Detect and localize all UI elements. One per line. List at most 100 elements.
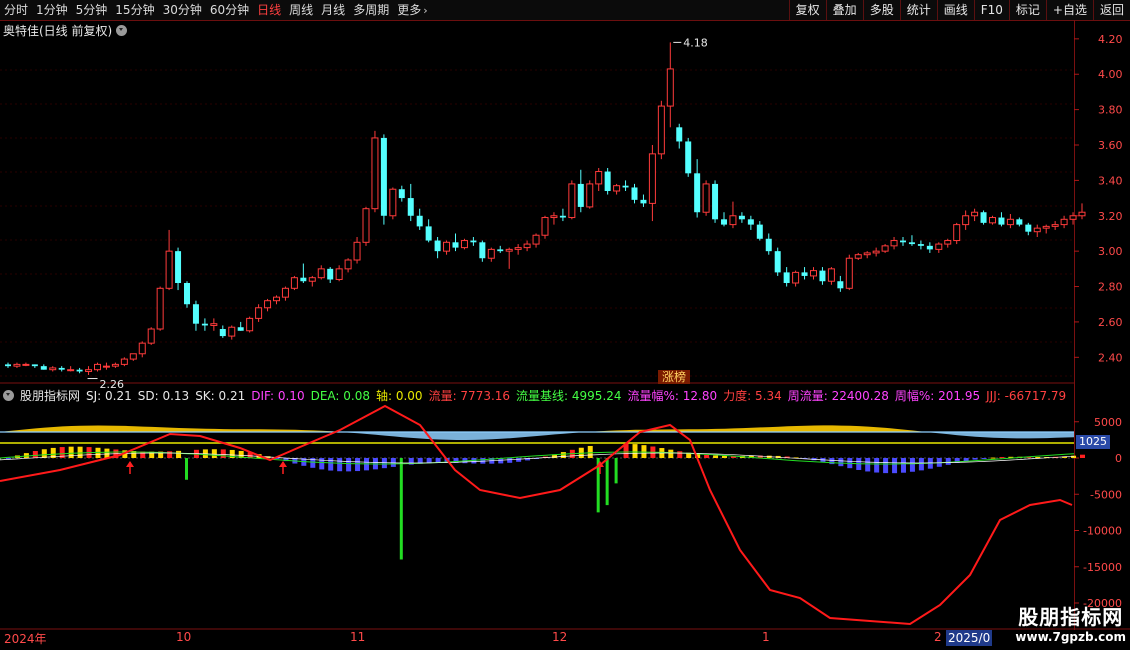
- indicator-field-11: 周幅%: 201.95: [894, 389, 981, 403]
- candle-body-95: [854, 254, 862, 259]
- flow-bar-44: [399, 458, 403, 560]
- candle-body-65: [586, 183, 594, 208]
- flow-bar-7: [68, 446, 74, 458]
- candle-body-91: [819, 270, 826, 282]
- candle-body-34: [308, 277, 316, 282]
- flow-bar-115: [1035, 456, 1041, 458]
- candle-body-21: [192, 304, 199, 324]
- candle-body-98: [881, 245, 889, 252]
- candle-body-104: [935, 243, 943, 250]
- candle-body-29: [264, 300, 272, 309]
- candle-body-46: [416, 215, 423, 227]
- candle-body-76: [685, 141, 692, 174]
- candle-body-55: [497, 249, 504, 252]
- zhangbang-tag: 涨榜: [658, 370, 691, 384]
- date-label-4: 1: [762, 630, 770, 644]
- candle-body-79: [712, 183, 719, 220]
- indicator-field-8: 流量幅%: 12.80: [627, 389, 718, 403]
- candle-body-85: [765, 238, 772, 252]
- candle-body-114: [1025, 224, 1032, 232]
- indicator-name: 股朋指标网: [20, 389, 81, 403]
- date-label-3: 12: [552, 630, 568, 644]
- candle-body-61: [550, 215, 558, 219]
- candle-body-117: [1051, 224, 1059, 227]
- indicator-dropdown-icon[interactable]: [3, 390, 14, 401]
- indicator-field-3: DIF: 0.10: [251, 388, 305, 403]
- candle-body-77: [694, 173, 701, 213]
- indicator-field-6: 流量: 7773.16: [428, 389, 511, 403]
- candle-body-27: [246, 317, 254, 332]
- candle-body-10: [94, 363, 101, 371]
- candle-body-15: [138, 342, 146, 355]
- current-date-box: 2025/0: [946, 630, 993, 646]
- price-tick-6: 3.00: [1098, 245, 1123, 258]
- indicator-field-9: 力度: 5.34: [723, 389, 782, 403]
- candle-body-109: [980, 212, 987, 223]
- candle-body-66: [595, 171, 603, 185]
- flow-bar-110: [990, 457, 996, 459]
- candle-body-51: [460, 240, 468, 249]
- indicator-field-12: JJJ: -66717.79: [986, 388, 1067, 403]
- flow-bar-97: [874, 458, 880, 473]
- candle-body-86: [774, 251, 781, 273]
- indicator-field-5: 轴: 0.00: [375, 389, 423, 403]
- candle-body-67: [604, 171, 611, 191]
- chart-canvas: 4.20 4.00 3.80 3.60 3.40 3.20 3.00 2.80 2.60 2.40…: [0, 33, 1130, 630]
- price-tick-4: 3.40: [1098, 174, 1123, 187]
- candle-body-62: [559, 215, 566, 218]
- flow-bar-57: [516, 458, 522, 462]
- candle-body-17: [156, 287, 164, 330]
- flow-bar-4: [41, 449, 47, 458]
- candle-body-1: [13, 363, 21, 367]
- candle-body-41: [371, 137, 379, 210]
- candle-body-12: [111, 363, 119, 367]
- flow-bar-39: [355, 458, 361, 472]
- candle-body-3: [31, 364, 38, 367]
- candle-body-53: [479, 242, 486, 259]
- candle-body-99: [890, 240, 898, 247]
- candle-body-64: [577, 183, 584, 207]
- candle-body-75: [676, 127, 683, 142]
- candle-body-43: [389, 188, 397, 217]
- candle-body-35: [317, 268, 325, 279]
- watermark-url: www.7gpzb.com: [1015, 630, 1126, 644]
- indicator-field-10: 周流量: 22400.28: [787, 389, 889, 403]
- candle-body-88: [792, 271, 800, 284]
- flow-bar-8: [77, 446, 83, 458]
- candle-body-63: [568, 183, 576, 219]
- candle-body-56: [505, 248, 513, 252]
- candle-body-107: [962, 215, 970, 226]
- candle-body-96: [863, 252, 871, 256]
- candle-body-100: [900, 240, 906, 243]
- candle-body-31: [281, 287, 289, 298]
- candle-body-110: [989, 217, 996, 224]
- flow-bar-102: [918, 458, 924, 471]
- candle-body-68: [613, 185, 621, 192]
- candle-body-58: [523, 243, 531, 249]
- candle-body-32: [290, 277, 298, 289]
- flow-bar-96: [865, 458, 871, 472]
- flow-bar-67: [605, 458, 609, 506]
- candle-body-2: [22, 363, 30, 366]
- ind-tick-0: 5000: [1094, 416, 1122, 429]
- candle-body-115: [1033, 227, 1041, 233]
- candle-body-24: [219, 329, 226, 337]
- candle-body-102: [917, 244, 924, 246]
- candle-body-33: [300, 277, 307, 282]
- indicator-field-0: SJ: 0.21: [86, 388, 132, 403]
- flow-bar-100: [901, 458, 906, 473]
- candle-body-13: [120, 358, 128, 365]
- date-label-1: 10: [176, 630, 192, 644]
- flow-bar-11: [104, 448, 110, 458]
- candle-body-60: [541, 217, 549, 236]
- candle-body-90: [810, 270, 817, 277]
- candle-body-44: [398, 189, 405, 199]
- candle-body-92: [827, 268, 835, 282]
- candle-body-97: [872, 250, 880, 254]
- candle-body-28: [255, 307, 263, 319]
- candle-body-101: [908, 242, 915, 245]
- price-tick-1: 4.00: [1098, 68, 1123, 81]
- candle-body-120: [1078, 211, 1086, 217]
- price-tick-3: 3.60: [1098, 139, 1123, 152]
- candle-body-19: [175, 251, 182, 283]
